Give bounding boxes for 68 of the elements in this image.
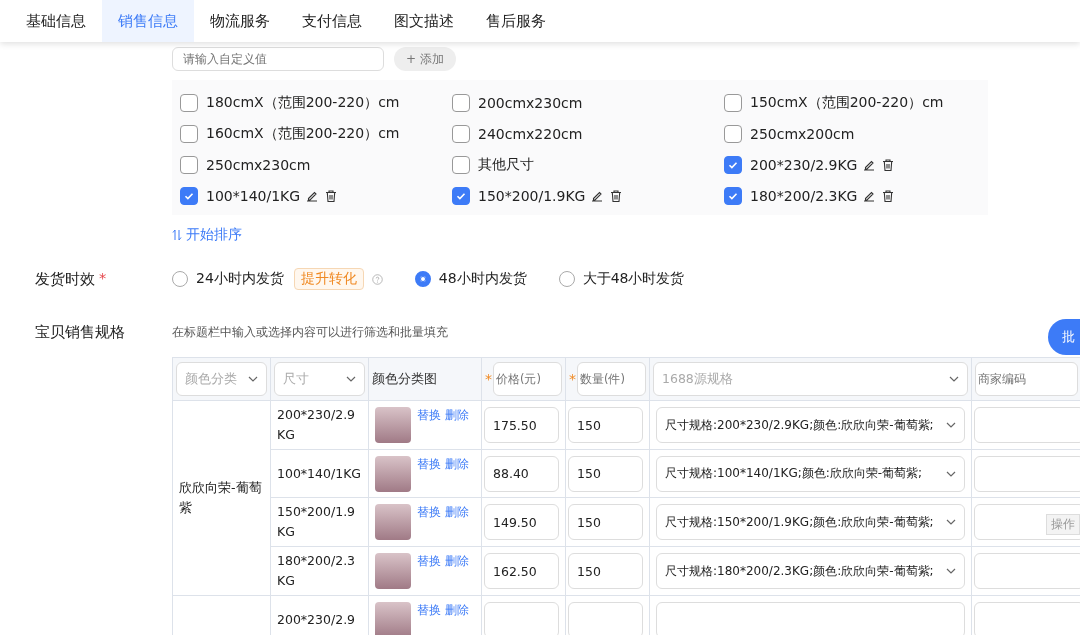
image-action-link[interactable]: 删除 — [445, 553, 469, 570]
operate-tag[interactable]: 操作 — [1046, 514, 1080, 535]
size-cell: 180*200/2.3KG — [277, 553, 356, 588]
option-label: 240cmx220cm — [478, 126, 583, 142]
column-header: 颜色分类图 — [372, 370, 437, 388]
field-label: 发货时效 — [35, 269, 95, 289]
image-action-link[interactable]: 替换 — [417, 455, 441, 473]
custom-value-field[interactable]: 请输入自定义值 — [172, 47, 384, 71]
price-field[interactable]: 149.50 — [484, 504, 559, 540]
required-mark: * — [485, 371, 492, 387]
source-spec-select[interactable]: 尺寸规格:150*200/1.9KG;颜色:欣欣向荣-葡萄紫; — [656, 504, 965, 540]
option-label: 180*200/2.3KG — [750, 188, 858, 204]
option-label: 250cmx230cm — [206, 157, 311, 173]
source-spec-select[interactable]: 尺寸规格:200*230/2.9KG;颜色:欣欣向荣-葡萄紫; — [656, 407, 965, 443]
tab[interactable]: 图文描述 — [378, 0, 470, 42]
option-label: 250cmx200cm — [750, 126, 855, 142]
image-action-link[interactable]: 删除 — [445, 504, 469, 521]
quantity-field[interactable]: 150 — [568, 407, 643, 443]
quantity-field[interactable]: 150 — [568, 455, 643, 492]
start-sort-link[interactable]: 开始排序 — [186, 226, 242, 244]
required-mark: * — [569, 371, 576, 387]
radio-label: 大于48小时发货 — [582, 270, 685, 288]
price-field[interactable]: 88.40 — [484, 455, 559, 492]
tab[interactable]: 支付信息 — [286, 0, 378, 42]
column-filter-select[interactable]: 1688源规格 — [653, 362, 968, 396]
required-mark: * — [99, 269, 107, 288]
image-action-link[interactable]: 替换 — [417, 601, 441, 619]
source-spec-select[interactable]: 尺寸规格:180*200/2.3KG;颜色:欣欣向荣-葡萄紫; — [656, 553, 965, 589]
tab[interactable]: 基础信息 — [10, 0, 102, 42]
option-label: 100*140/1KG — [206, 188, 301, 204]
size-cell: 200*230/2.9KG — [277, 407, 356, 442]
column-filter-field[interactable]: 数量(件) — [577, 362, 646, 396]
option-label: 200*230/2.9KG — [750, 157, 858, 173]
color-category-cell: 欣欣向荣-葡萄紫 — [179, 480, 262, 515]
size-cell: 100*140/1KG — [277, 465, 361, 481]
promo-badge: 提升转化 — [293, 268, 364, 290]
image-action-link[interactable]: 删除 — [445, 601, 469, 619]
radio-label: 48小时内发货 — [438, 270, 527, 288]
column-filter-field[interactable]: 商家编码 — [975, 362, 1078, 396]
option-label: 200cmx230cm — [478, 95, 583, 111]
add-button[interactable]: + 添加 — [394, 47, 456, 71]
field-label: 宝贝销售规格 — [35, 322, 125, 342]
option-label: 150*200/1.9KG — [478, 188, 586, 204]
source-spec-select[interactable]: 尺寸规格:100*140/1KG;颜色:欣欣向荣-葡萄紫; — [656, 455, 965, 492]
size-cell: 150*200/1.9KG — [277, 504, 356, 539]
hint-text: 在标题栏中输入或选择内容可以进行筛选和批量填充 — [172, 323, 448, 341]
quantity-field[interactable]: 150 — [568, 504, 643, 540]
option-label: 180cmX（范围200-220）cm — [206, 94, 400, 112]
option-label: 150cmX（范围200-220）cm — [750, 94, 944, 112]
option-label: 其他尺寸 — [478, 156, 534, 174]
price-field[interactable]: 162.50 — [484, 553, 559, 589]
tab[interactable]: 销售信息 — [102, 0, 194, 42]
image-action-link[interactable]: 删除 — [445, 407, 469, 424]
size-cell: 200*230/2.9 — [277, 611, 356, 627]
batch-button[interactable]: 批 — [1048, 319, 1080, 355]
tab[interactable]: 物流服务 — [194, 0, 286, 42]
column-filter-field[interactable]: 价格(元) — [493, 362, 562, 396]
column-filter-select[interactable]: 颜色分类 — [176, 362, 267, 396]
image-action-link[interactable]: 删除 — [445, 455, 469, 473]
image-action-link[interactable]: 替换 — [417, 553, 441, 570]
column-filter-select[interactable]: 尺寸 — [274, 362, 365, 396]
radio-label: 24小时内发货 — [196, 270, 284, 288]
price-field[interactable]: 175.50 — [484, 407, 559, 443]
image-action-link[interactable]: 替换 — [417, 407, 441, 424]
tab[interactable]: 售后服务 — [470, 0, 562, 42]
option-label: 160cmX（范围200-220）cm — [206, 125, 400, 143]
image-action-link[interactable]: 替换 — [417, 504, 441, 521]
quantity-field[interactable]: 150 — [568, 553, 643, 589]
